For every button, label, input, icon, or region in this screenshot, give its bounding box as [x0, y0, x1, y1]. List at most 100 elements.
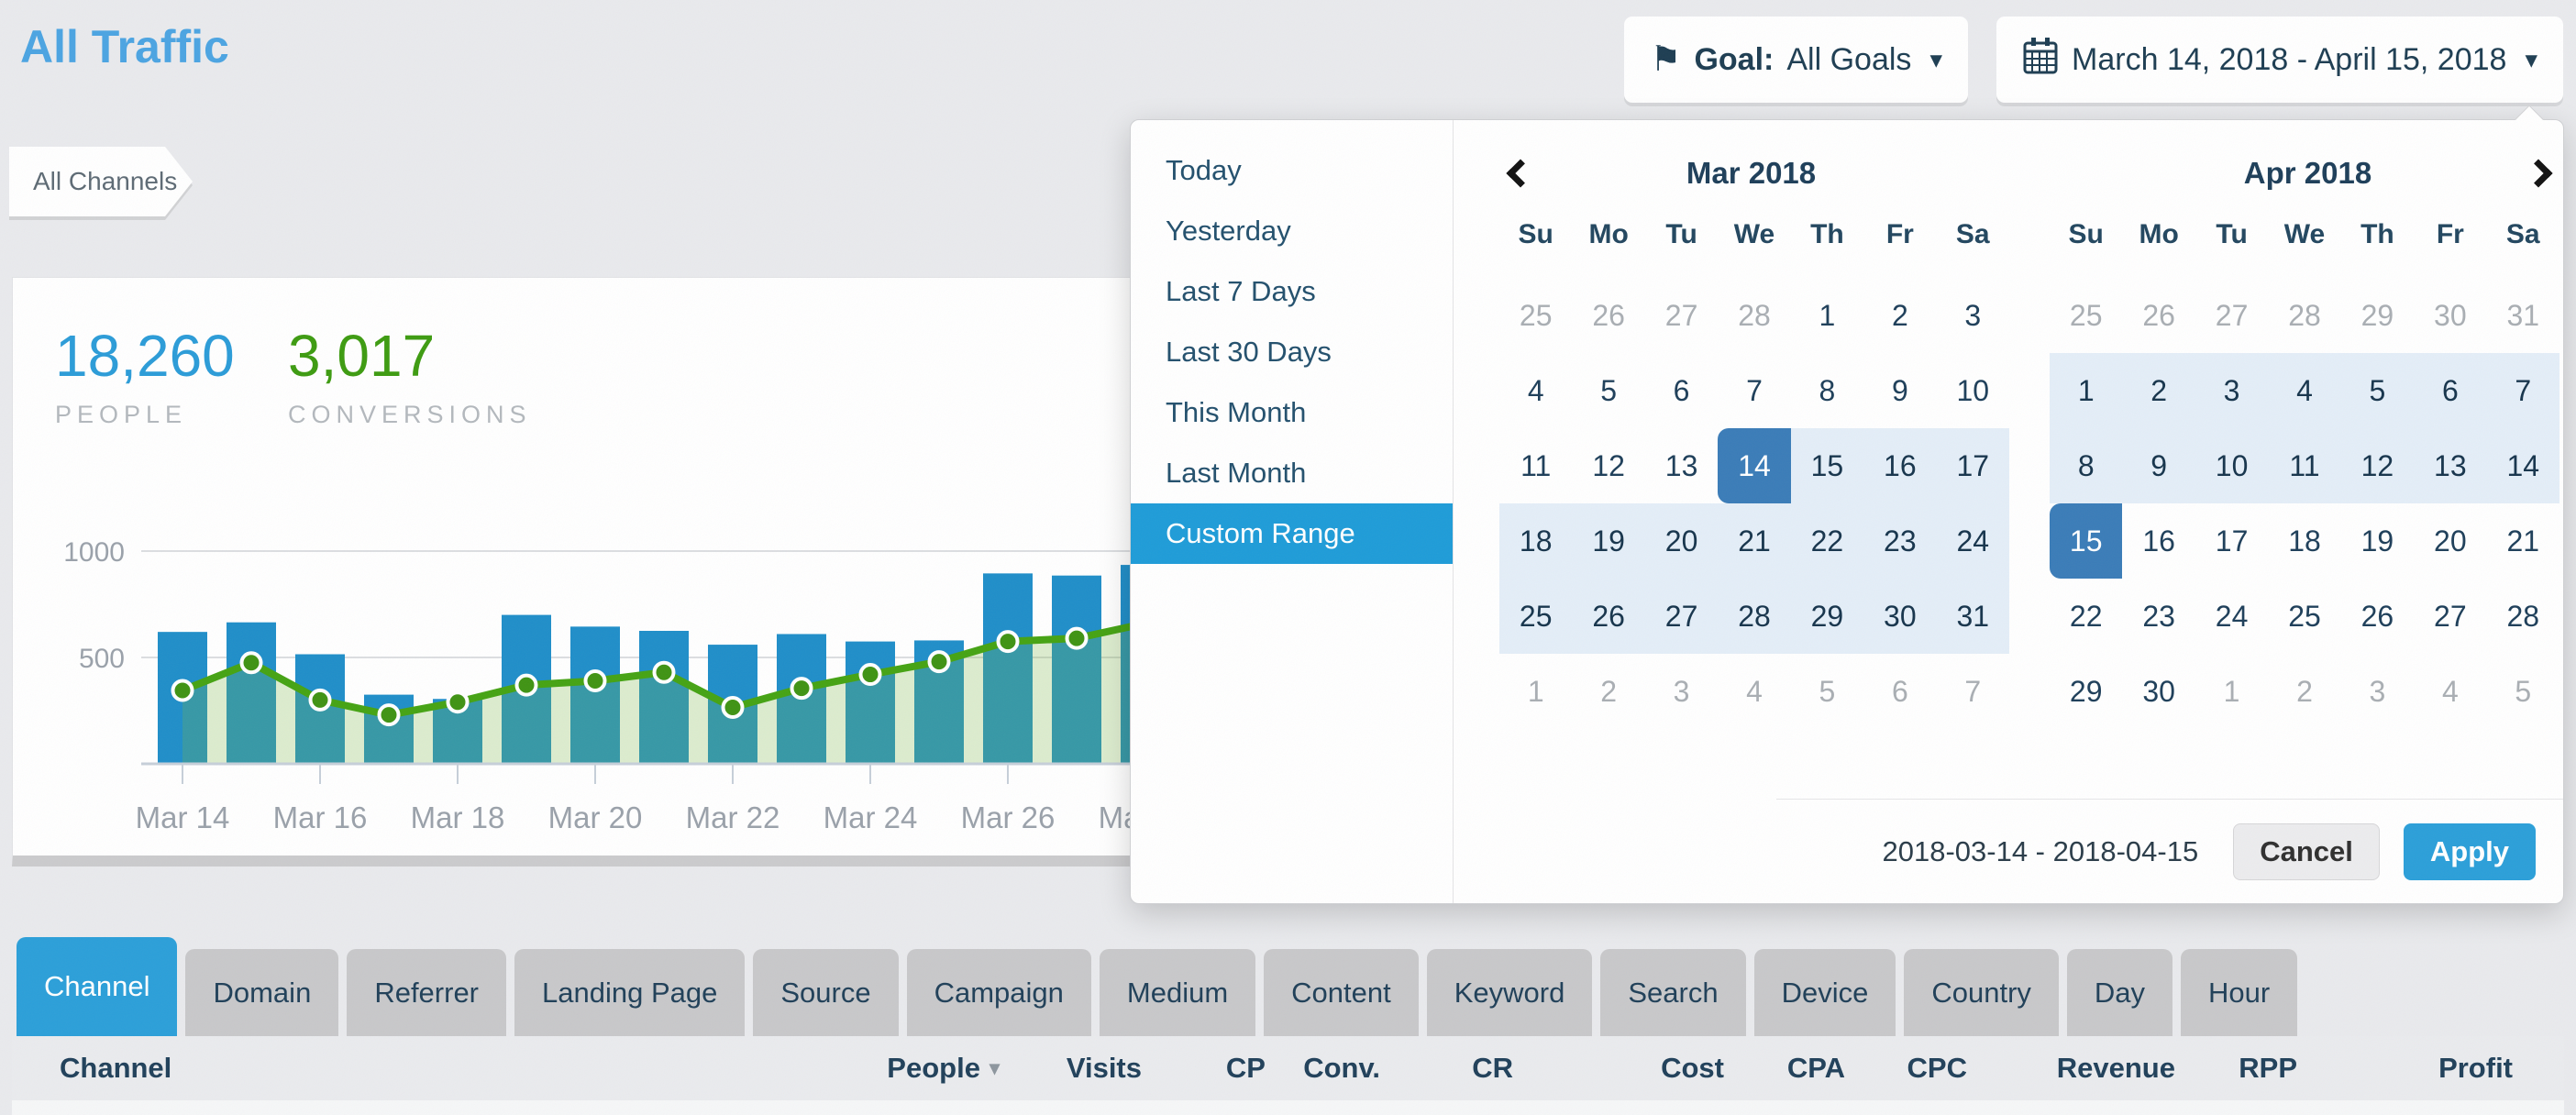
calendar-day[interactable]: 29 [2050, 654, 2122, 729]
calendar-day[interactable]: 10 [1937, 353, 2009, 428]
calendar-day[interactable]: 20 [2414, 503, 2486, 579]
chart-point[interactable] [792, 679, 812, 698]
apply-button[interactable]: Apply [2404, 823, 2536, 880]
goal-selector-button[interactable]: ⚑ Goal: All Goals ▾ [1624, 17, 1968, 103]
calendar-day[interactable]: 27 [1645, 278, 1718, 353]
chart-point[interactable] [930, 652, 949, 671]
calendar-day[interactable]: 25 [2268, 579, 2340, 654]
column-header-profit[interactable]: Profit [2297, 1052, 2513, 1085]
calendar-day[interactable]: 25 [1499, 579, 1572, 654]
calendar-day[interactable]: 19 [2341, 503, 2414, 579]
tab-day[interactable]: Day [2067, 949, 2172, 1036]
preset-this-month[interactable]: This Month [1131, 382, 1453, 443]
preset-custom-range[interactable]: Custom Range [1131, 503, 1453, 564]
calendar-day[interactable]: 3 [1937, 278, 2009, 353]
calendar-day[interactable]: 15 [1791, 428, 1863, 503]
calendar-day[interactable]: 21 [1718, 503, 1790, 579]
tab-medium[interactable]: Medium [1100, 949, 1255, 1036]
calendar-day[interactable]: 6 [1863, 654, 1936, 729]
preset-yesterday[interactable]: Yesterday [1131, 201, 1453, 261]
chart-point[interactable] [242, 653, 261, 672]
calendar-day[interactable]: 2 [1863, 278, 1936, 353]
calendar-day[interactable]: 5 [1572, 353, 1644, 428]
calendar-day[interactable]: 24 [1937, 503, 2009, 579]
column-header-cost[interactable]: Cost [1513, 1052, 1724, 1085]
calendar-day[interactable]: 13 [1645, 428, 1718, 503]
calendar-day[interactable]: 30 [1863, 579, 1936, 654]
calendar-day[interactable]: 26 [1572, 278, 1644, 353]
calendar-day[interactable]: 5 [1791, 654, 1863, 729]
preset-last-30-days[interactable]: Last 30 Days [1131, 322, 1453, 382]
preset-last-7-days[interactable]: Last 7 Days [1131, 261, 1453, 322]
calendar-day[interactable]: 25 [1499, 278, 1572, 353]
calendar-day[interactable]: 25 [2050, 278, 2122, 353]
calendar-day[interactable]: 28 [2487, 579, 2559, 654]
calendar-day[interactable]: 27 [1645, 579, 1718, 654]
calendar-day[interactable]: 10 [2195, 428, 2268, 503]
calendar-day[interactable]: 20 [1645, 503, 1718, 579]
calendar-day-selected[interactable]: 14 [1718, 428, 1790, 503]
calendar-day[interactable]: 7 [1718, 353, 1790, 428]
calendar-day[interactable]: 18 [2268, 503, 2340, 579]
calendar-day[interactable]: 17 [1937, 428, 2009, 503]
calendar-day[interactable]: 31 [1937, 579, 2009, 654]
calendar-day[interactable]: 19 [1572, 503, 1644, 579]
calendar-day[interactable]: 26 [1572, 579, 1644, 654]
calendar-day[interactable]: 27 [2414, 579, 2486, 654]
calendar-day[interactable]: 4 [2414, 654, 2486, 729]
tab-referrer[interactable]: Referrer [347, 949, 506, 1036]
chart-point[interactable] [380, 705, 399, 724]
calendar-day[interactable]: 31 [2487, 278, 2559, 353]
calendar-day-selected[interactable]: 15 [2050, 503, 2122, 579]
chart-point[interactable] [999, 632, 1018, 651]
calendar-day[interactable]: 18 [1499, 503, 1572, 579]
calendar-day[interactable]: 11 [1499, 428, 1572, 503]
calendar-day[interactable]: 8 [1791, 353, 1863, 428]
calendar-day[interactable]: 28 [2268, 278, 2340, 353]
calendar-day[interactable]: 21 [2487, 503, 2559, 579]
calendar-day[interactable]: 7 [2487, 353, 2559, 428]
calendar-day[interactable]: 9 [2122, 428, 2195, 503]
calendar-day[interactable]: 28 [1718, 278, 1790, 353]
column-header-people[interactable]: People▾ [793, 1052, 1000, 1085]
chart-point[interactable] [517, 676, 536, 695]
column-header-cp[interactable]: CP [1142, 1052, 1266, 1085]
column-header-channel[interactable]: Channel [60, 1052, 793, 1085]
calendar-day[interactable]: 17 [2195, 503, 2268, 579]
calendar-day[interactable]: 13 [2414, 428, 2486, 503]
chart-point[interactable] [655, 663, 674, 682]
tab-channel[interactable]: Channel [17, 937, 177, 1036]
column-header-visits[interactable]: Visits [1000, 1052, 1142, 1085]
date-range-button[interactable]: March 14, 2018 - April 15, 2018 ▾ [1996, 17, 2563, 103]
chart-point[interactable] [724, 698, 743, 717]
cancel-button[interactable]: Cancel [2233, 823, 2380, 880]
breadcrumb[interactable]: All Channels [9, 147, 193, 216]
tab-domain[interactable]: Domain [185, 949, 338, 1036]
calendar-day[interactable]: 1 [2050, 353, 2122, 428]
calendar-day[interactable]: 30 [2414, 278, 2486, 353]
calendar-day[interactable]: 4 [2268, 353, 2340, 428]
calendar-day[interactable]: 22 [1791, 503, 1863, 579]
calendar-day[interactable]: 27 [2195, 278, 2268, 353]
calendar-day[interactable]: 12 [2341, 428, 2414, 503]
calendar-day[interactable]: 22 [2050, 579, 2122, 654]
calendar-day[interactable]: 4 [1718, 654, 1790, 729]
calendar-day[interactable]: 29 [2341, 278, 2414, 353]
next-month-icon[interactable] [2524, 159, 2552, 187]
preset-last-month[interactable]: Last Month [1131, 443, 1453, 503]
column-header-cpc[interactable]: CPC [1845, 1052, 1967, 1085]
column-header-rpp[interactable]: RPP [2175, 1052, 2297, 1085]
calendar-day[interactable]: 2 [2122, 353, 2195, 428]
tab-country[interactable]: Country [1904, 949, 2059, 1036]
calendar-day[interactable]: 1 [2195, 654, 2268, 729]
calendar-day[interactable]: 8 [2050, 428, 2122, 503]
tab-search[interactable]: Search [1600, 949, 1745, 1036]
calendar-day[interactable]: 5 [2341, 353, 2414, 428]
chart-point[interactable] [586, 671, 605, 690]
calendar-day[interactable]: 16 [2122, 503, 2195, 579]
calendar-day[interactable]: 29 [1791, 579, 1863, 654]
calendar-day[interactable]: 2 [2268, 654, 2340, 729]
calendar-day[interactable]: 1 [1791, 278, 1863, 353]
calendar-day[interactable]: 12 [1572, 428, 1644, 503]
chart-point[interactable] [173, 680, 193, 700]
